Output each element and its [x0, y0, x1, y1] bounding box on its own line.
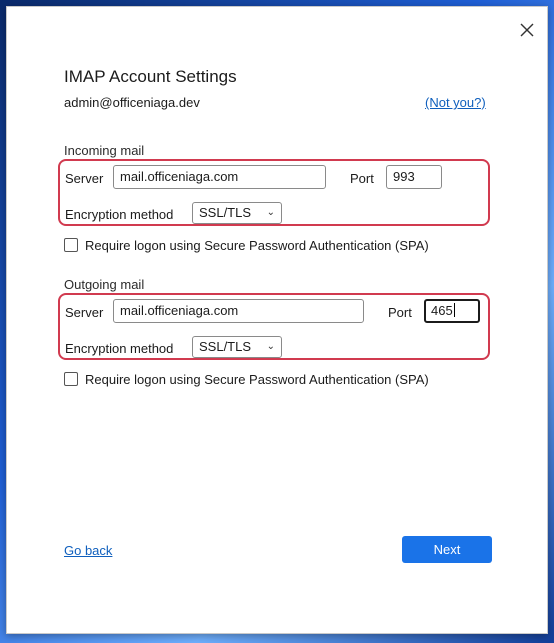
dialog-title: IMAP Account Settings — [64, 67, 237, 86]
go-back-link[interactable]: Go back — [64, 543, 112, 558]
outgoing-port-value: 465 — [431, 303, 453, 318]
incoming-encryption-select[interactable]: SSL/TLS ⌄ — [192, 202, 282, 224]
incoming-spa-label: Require logon using Secure Password Auth… — [85, 238, 429, 253]
outgoing-server-input[interactable]: mail.officeniaga.com — [113, 299, 364, 323]
incoming-port-label: Port — [350, 171, 374, 186]
outgoing-spa-checkbox[interactable] — [64, 372, 78, 386]
text-caret — [453, 303, 455, 317]
outgoing-port-input[interactable]: 465 — [424, 299, 480, 323]
outgoing-encryption-label: Encryption method — [65, 341, 174, 356]
outgoing-encryption-select[interactable]: SSL/TLS ⌄ — [192, 336, 282, 358]
incoming-spa-checkbox[interactable] — [64, 238, 78, 252]
outgoing-port-label: Port — [388, 305, 412, 320]
incoming-encryption-value: SSL/TLS — [199, 205, 252, 220]
outgoing-server-label: Server — [65, 305, 104, 320]
next-button[interactable]: Next — [402, 536, 492, 563]
outgoing-mail-heading: Outgoing mail — [64, 277, 145, 292]
outgoing-spa-label: Require logon using Secure Password Auth… — [85, 372, 429, 387]
close-icon[interactable] — [516, 19, 538, 41]
outgoing-spa-row[interactable]: Require logon using Secure Password Auth… — [64, 372, 429, 387]
incoming-spa-row[interactable]: Require logon using Secure Password Auth… — [64, 238, 429, 253]
outgoing-encryption-value: SSL/TLS — [199, 339, 252, 354]
incoming-port-input[interactable]: 993 — [386, 165, 442, 189]
chevron-down-icon: ⌄ — [266, 341, 275, 352]
imap-settings-dialog: IMAP Account Settings admin@officeniaga.… — [6, 6, 548, 634]
incoming-encryption-label: Encryption method — [65, 207, 174, 222]
incoming-server-label: Server — [65, 171, 104, 186]
chevron-down-icon: ⌄ — [266, 207, 275, 218]
not-you-link[interactable]: (Not you?) — [425, 95, 486, 110]
account-email: admin@officeniaga.dev — [64, 95, 200, 110]
incoming-server-input[interactable]: mail.officeniaga.com — [113, 165, 326, 189]
incoming-mail-heading: Incoming mail — [64, 143, 145, 158]
